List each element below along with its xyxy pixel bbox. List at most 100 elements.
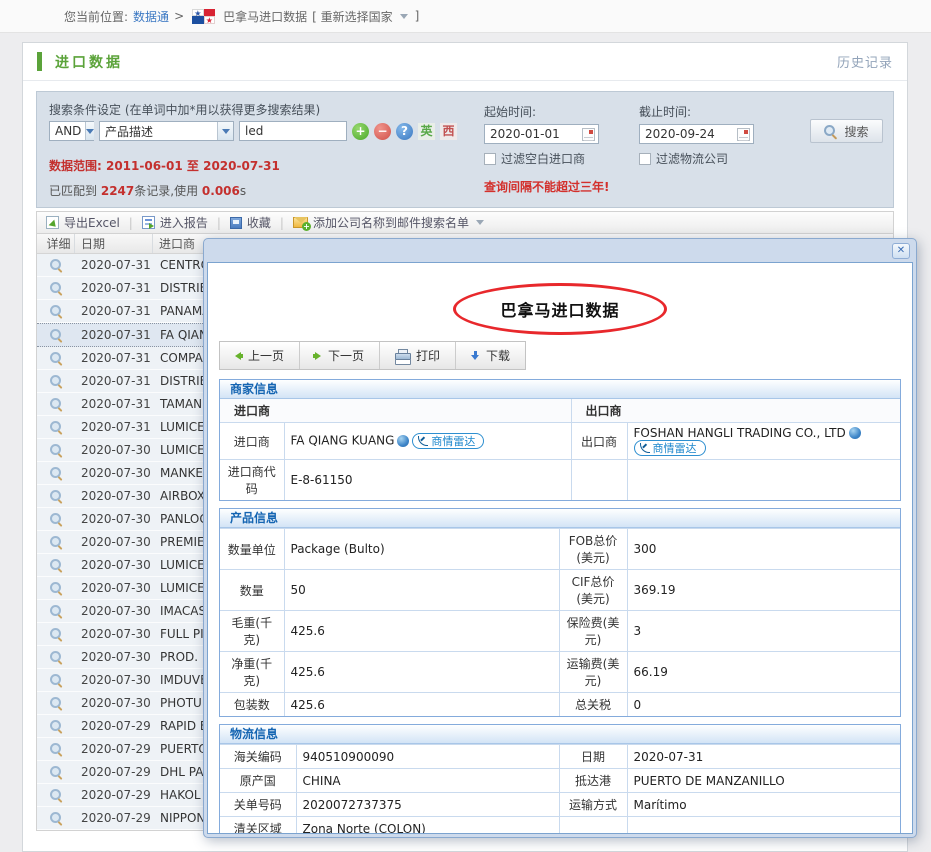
- modal-titlebar[interactable]: ✕: [207, 242, 913, 262]
- breadcrumb-current: 巴拿马进口数据: [223, 8, 307, 25]
- bool-operator-select[interactable]: AND: [49, 121, 94, 141]
- field-value: 2020072737375: [296, 793, 559, 817]
- field-label: 毛重(千克): [220, 611, 284, 652]
- magnifier-icon[interactable]: [50, 444, 62, 456]
- magnifier-icon[interactable]: [50, 421, 62, 433]
- row-date: 2020-07-31: [75, 281, 153, 295]
- field-value: Zona Norte (COLON): [296, 817, 559, 835]
- radar-badge-importer[interactable]: 商情雷达: [412, 433, 484, 449]
- product-section-header: 产品信息: [220, 509, 900, 528]
- field-value: 425.6: [284, 611, 559, 652]
- magnifier-icon[interactable]: [50, 674, 62, 686]
- magnifier-icon[interactable]: [50, 536, 62, 548]
- select-arrow-icon[interactable]: [217, 122, 233, 140]
- magnifier-icon[interactable]: [50, 697, 62, 709]
- favorite-button[interactable]: 收藏: [230, 214, 271, 231]
- magnifier-icon[interactable]: [50, 467, 62, 479]
- magnifier-icon[interactable]: [50, 743, 62, 755]
- lang-english-button[interactable]: 英: [418, 123, 435, 140]
- importer-value-cell: FA QIANG KUANG商情雷达: [284, 423, 571, 460]
- product-row: 数量单位 Package (Bulto) FOB总价(美元) 300: [220, 529, 900, 570]
- remove-condition-icon[interactable]: −: [374, 123, 391, 140]
- chevron-down-icon[interactable]: [400, 14, 408, 23]
- lang-spanish-button[interactable]: 西: [440, 123, 457, 140]
- download-button[interactable]: 下载: [456, 342, 525, 369]
- product-row: 毛重(千克) 425.6 保险费(美元) 3: [220, 611, 900, 652]
- start-date-group: 起始时间: 2020-01-01: [484, 103, 599, 144]
- field-value: 940510900090: [296, 745, 559, 769]
- magnifier-icon[interactable]: [50, 812, 62, 824]
- magnifier-icon[interactable]: [50, 559, 62, 571]
- filter-logistics-checkbox[interactable]: [639, 153, 651, 165]
- magnifier-icon[interactable]: [50, 490, 62, 502]
- field-value: 425.6: [284, 652, 559, 693]
- magnifier-icon[interactable]: [50, 259, 62, 271]
- magnifier-icon[interactable]: [50, 582, 62, 594]
- modal-nav-bar: 上一页 下一页 打印 下载: [219, 341, 526, 370]
- magnifier-icon[interactable]: [50, 628, 62, 640]
- export-excel-button[interactable]: 导出Excel: [46, 214, 120, 231]
- print-button[interactable]: 打印: [380, 342, 456, 369]
- calendar-icon[interactable]: [582, 128, 595, 141]
- field-value: 425.6: [284, 693, 559, 717]
- magnifier-icon[interactable]: [50, 352, 62, 364]
- search-button[interactable]: 搜索: [810, 119, 883, 143]
- row-date: 2020-07-30: [75, 443, 153, 457]
- calendar-icon[interactable]: [737, 128, 750, 141]
- add-condition-icon[interactable]: +: [352, 123, 369, 140]
- magnifier-icon[interactable]: [50, 766, 62, 778]
- magnifier-icon[interactable]: [50, 720, 62, 732]
- field-value: [627, 817, 900, 835]
- reselect-bracket: ]: [415, 9, 420, 23]
- start-date-label: 起始时间:: [484, 103, 599, 120]
- prev-page-button[interactable]: 上一页: [220, 342, 300, 369]
- merchant-section-header: 商家信息: [220, 380, 900, 399]
- close-icon[interactable]: ✕: [892, 243, 910, 259]
- results-toolbar: 导出Excel | 进入报告 | 收藏 | 添加公司名称到邮件搜索名单: [36, 211, 894, 234]
- magnifier-icon[interactable]: [50, 651, 62, 663]
- row-date: 2020-07-30: [75, 696, 153, 710]
- globe-icon[interactable]: [849, 427, 861, 439]
- field-value: 3: [627, 611, 900, 652]
- row-date: 2020-07-31: [75, 420, 153, 434]
- datatong-link[interactable]: 数据通: [133, 8, 169, 25]
- logistics-row: 关单号码 2020072737375 运输方式 Marítimo: [220, 793, 900, 817]
- magnifier-icon[interactable]: [50, 513, 62, 525]
- row-date: 2020-07-31: [75, 328, 153, 342]
- add-to-mail-list-button[interactable]: 添加公司名称到邮件搜索名单: [293, 214, 486, 231]
- magnifier-icon[interactable]: [50, 398, 62, 410]
- row-date: 2020-07-29: [75, 788, 153, 802]
- keyword-input[interactable]: [239, 121, 347, 141]
- logistics-row: 海关编码 940510900090 日期 2020-07-31: [220, 745, 900, 769]
- field-label: [559, 817, 627, 835]
- select-arrow-icon[interactable]: [85, 122, 94, 140]
- globe-icon[interactable]: [397, 435, 409, 447]
- reselect-country-link[interactable]: [ 重新选择国家: [312, 8, 393, 25]
- help-icon[interactable]: ?: [396, 123, 413, 140]
- filter-blank-importer-checkbox[interactable]: [484, 153, 496, 165]
- field-label: 保险费(美元): [559, 611, 627, 652]
- filter-blank-importer-label: 过滤空白进口商: [501, 150, 585, 167]
- radar-badge-exporter[interactable]: 商情雷达: [634, 440, 706, 456]
- start-date-input[interactable]: 2020-01-01: [484, 124, 599, 144]
- magnifier-icon[interactable]: [50, 605, 62, 617]
- logistics-row: 原产国 CHINA 抵达港 PUERTO DE MANZANILLO: [220, 769, 900, 793]
- history-link[interactable]: 历史记录: [837, 52, 893, 71]
- magnifier-icon[interactable]: [50, 375, 62, 387]
- field-label: 数量: [220, 570, 284, 611]
- enter-report-button[interactable]: 进入报告: [142, 214, 208, 231]
- exporter-group-header: 出口商: [571, 399, 900, 423]
- field-value: Package (Bulto): [284, 529, 559, 570]
- magnifier-icon[interactable]: [50, 282, 62, 294]
- next-page-button[interactable]: 下一页: [300, 342, 380, 369]
- field-label: 包装数: [220, 693, 284, 717]
- magnifier-icon[interactable]: [50, 329, 62, 341]
- magnifier-icon[interactable]: [50, 305, 62, 317]
- product-row: 净重(千克) 425.6 运输费(美元) 66.19: [220, 652, 900, 693]
- magnifier-icon[interactable]: [50, 789, 62, 801]
- end-date-input[interactable]: 2020-09-24: [639, 124, 754, 144]
- search-field-select[interactable]: 产品描述: [99, 121, 234, 141]
- row-date: 2020-07-29: [75, 742, 153, 756]
- field-label: 抵达港: [559, 769, 627, 793]
- row-date: 2020-07-29: [75, 811, 153, 825]
